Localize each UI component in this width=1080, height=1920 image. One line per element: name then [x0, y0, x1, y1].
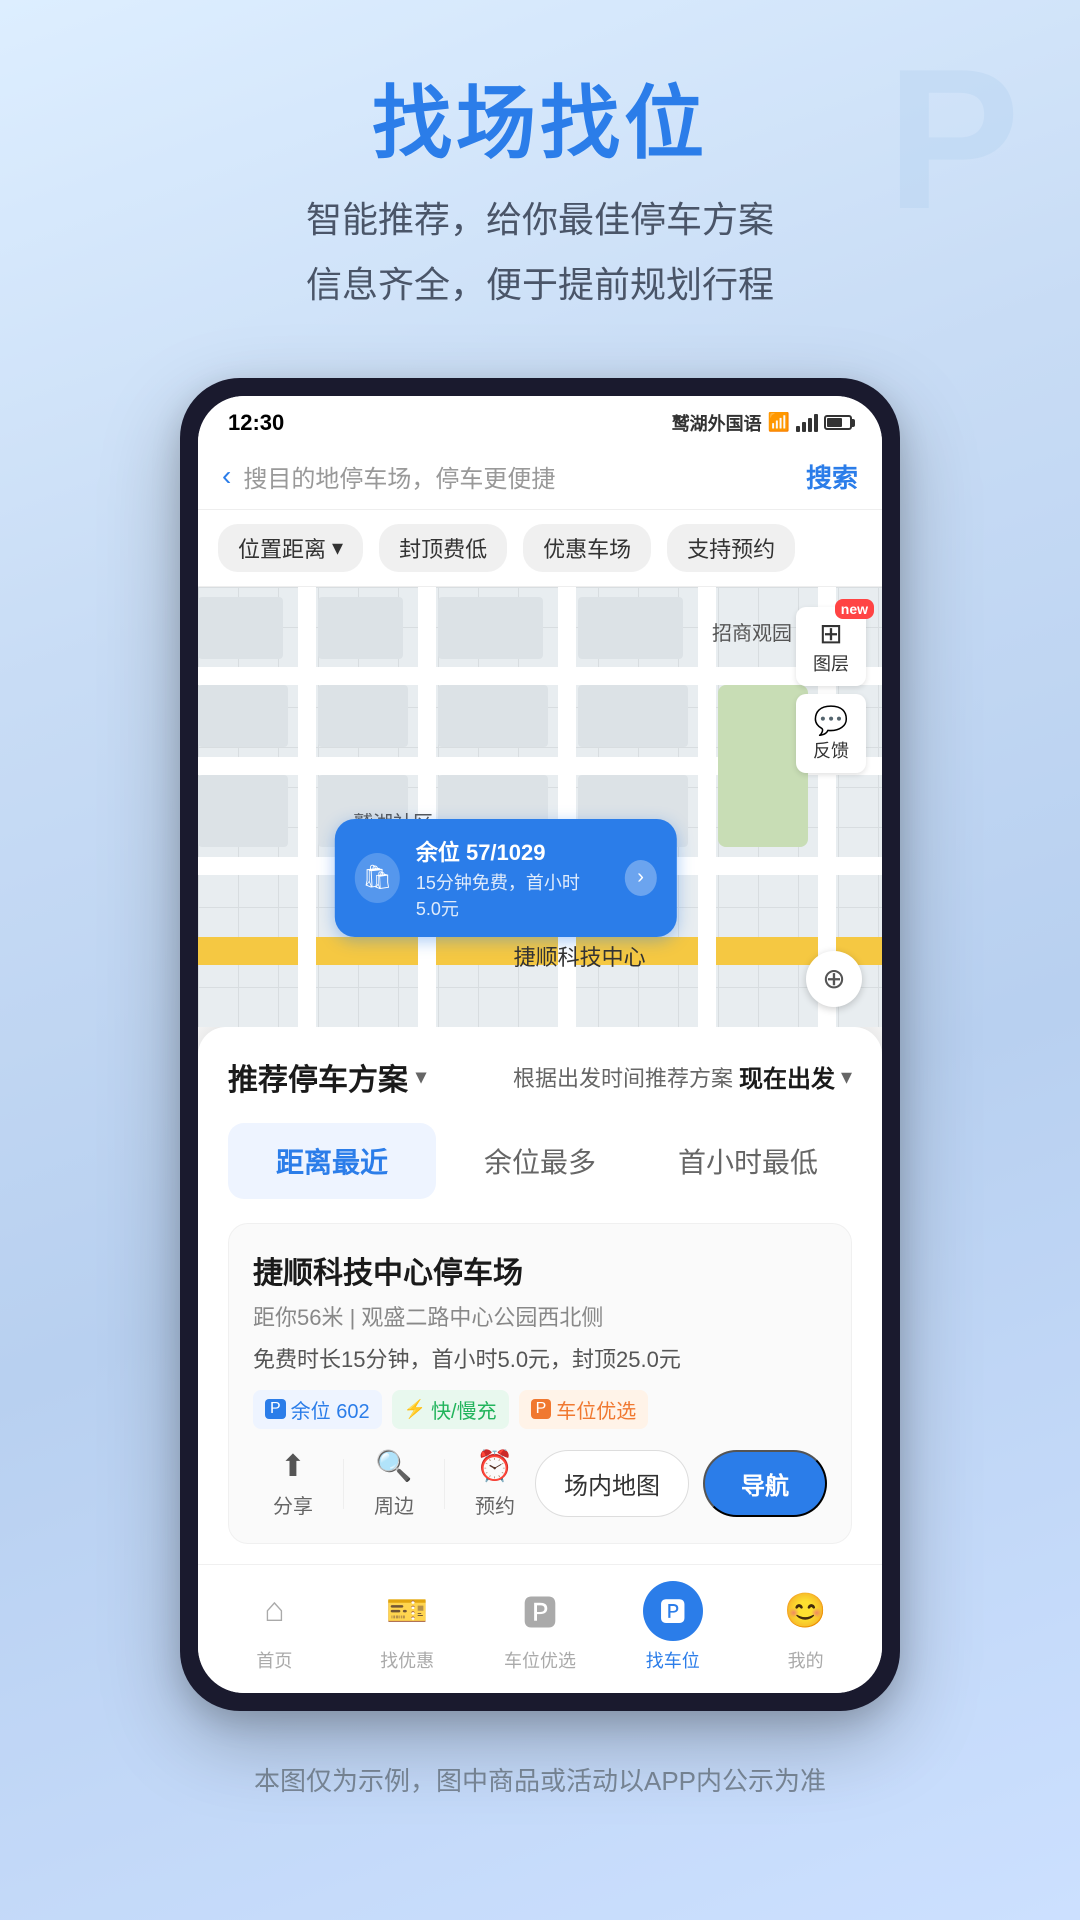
nearby-button[interactable]: 🔍 周边 — [354, 1449, 434, 1519]
rec-time-value: 现在出发 — [739, 1059, 835, 1094]
nav-label-spot: 车位优选 — [504, 1647, 576, 1673]
status-right: 鹫湖外国语 📶 — [672, 410, 852, 436]
search-button[interactable]: 搜索 — [806, 458, 858, 495]
tag-preferred: P 车位优选 — [519, 1390, 649, 1429]
map-label-tech: 捷顺科技中心 — [514, 940, 646, 972]
rec-header: 推荐停车方案 ▾ 根据出发时间推荐方案 现在出发 ▾ — [228, 1055, 852, 1099]
nav-label-find-car: 找车位 — [646, 1647, 700, 1673]
charging-icon: ⚡ — [404, 1399, 426, 1420]
chevron-down-icon: ▾ — [332, 535, 343, 561]
rec-chevron-icon[interactable]: ▾ — [416, 1064, 426, 1089]
popup-info: 余位 57/1029 15分钟免费，首小时5.0元 — [416, 835, 603, 921]
parking-p-icon: P — [265, 1399, 286, 1419]
nearby-icon: 🔍 — [375, 1449, 412, 1484]
popup-desc: 15分钟免费，首小时5.0元 — [416, 869, 603, 921]
nav-label-coupon: 找优惠 — [380, 1647, 434, 1673]
rec-title: 推荐停车方案 ▾ — [228, 1055, 426, 1099]
nav-item-find-car[interactable]: 🅿 找车位 — [606, 1581, 739, 1673]
nav-item-home[interactable]: ⌂ 首页 — [208, 1581, 341, 1673]
new-badge: new — [835, 599, 874, 619]
phone-screen: 12:30 鹫湖外国语 📶 ‹ — [198, 396, 882, 1693]
sort-tab-lowest-price[interactable]: 首小时最低 — [644, 1123, 852, 1199]
card-tags: P 余位 602 ⚡ 快/慢充 P 车位优选 — [253, 1390, 827, 1429]
parking-card: 捷顺科技中心停车场 距你56米 | 观盛二路中心公园西北侧 免费时长15分钟，首… — [228, 1223, 852, 1544]
status-time: 12:30 — [228, 410, 284, 436]
nav-label-profile: 我的 — [788, 1647, 824, 1673]
signal-icon — [796, 414, 818, 432]
action-divider-2 — [444, 1459, 445, 1509]
back-arrow-icon[interactable]: ‹ — [222, 460, 231, 492]
search-bar: ‹ 搜目的地停车场，停车更便捷 搜索 — [198, 444, 882, 510]
map-label-recruit: 招商观园 — [712, 617, 792, 646]
navigation-button[interactable]: 导航 — [703, 1450, 827, 1517]
popup-remaining: 余位 57/1029 — [416, 835, 603, 867]
watermark: P — [887, 40, 1020, 240]
nav-label-home: 首页 — [256, 1647, 292, 1673]
reserve-icon: ⏰ — [476, 1449, 513, 1484]
nav-actions: 场内地图 导航 — [535, 1450, 827, 1517]
wifi-icon: 📶 — [768, 412, 790, 433]
location-button[interactable]: ⊕ — [806, 951, 862, 1007]
footer-text: 本图仅为示例，图中商品或活动以APP内公示为准 — [0, 1731, 1080, 1848]
sort-tabs: 距离最近 余位最多 首小时最低 — [228, 1123, 852, 1199]
bottom-panel: 推荐停车方案 ▾ 根据出发时间推荐方案 现在出发 ▾ 距离最近 余位 — [198, 1027, 882, 1564]
filter-tabs: 位置距离 ▾ 封顶费低 优惠车场 支持预约 — [198, 510, 882, 587]
home-icon: ⌂ — [264, 1591, 285, 1630]
popup-arrow-icon[interactable]: › — [624, 860, 656, 896]
find-car-icon: 🅿 — [660, 1592, 686, 1629]
parking-popup[interactable]: 🛍 余位 57/1029 15分钟免费，首小时5.0元 › — [335, 819, 677, 937]
nav-item-coupon[interactable]: 🎫 找优惠 — [341, 1581, 474, 1673]
share-button[interactable]: ⬆ 分享 — [253, 1449, 333, 1519]
bottom-nav: ⌂ 首页 🎫 找优惠 🅿 车位优选 — [198, 1564, 882, 1693]
filter-tab-discount[interactable]: 优惠车场 — [523, 524, 651, 572]
profile-icon-wrapper: 😊 — [776, 1581, 836, 1641]
preferred-p-icon: P — [531, 1399, 552, 1419]
card-actions: ⬆ 分享 🔍 周边 ⏰ 预约 — [253, 1449, 827, 1519]
layers-label: 图层 — [813, 654, 849, 674]
indoor-map-button[interactable]: 场内地图 — [535, 1450, 689, 1517]
card-price: 免费时长15分钟，首小时5.0元，封顶25.0元 — [253, 1342, 827, 1374]
feedback-label: 反馈 — [813, 741, 849, 761]
filter-tab-price[interactable]: 封顶费低 — [379, 524, 507, 572]
card-name: 捷顺科技中心停车场 — [253, 1248, 827, 1292]
status-bar: 12:30 鹫湖外国语 📶 — [198, 396, 882, 444]
map-tool-feedback[interactable]: 💬 反馈 — [796, 694, 866, 773]
header-section: P 找场找位 智能推荐，给你最佳停车方案 信息齐全，便于提前规划行程 — [0, 0, 1080, 358]
tag-charging: ⚡ 快/慢充 — [392, 1390, 509, 1429]
coupon-icon-wrapper: 🎫 — [377, 1581, 437, 1641]
map-tools: new ⊞ 图层 💬 反馈 — [796, 607, 866, 773]
sort-tab-nearest[interactable]: 距离最近 — [228, 1123, 436, 1199]
map-area[interactable]: 鹫湖社区 招商观园 new ⊞ 图层 💬 反馈 🛍 — [198, 587, 882, 1027]
share-icon: ⬆ — [280, 1449, 305, 1484]
phone-mockup-wrapper: 12:30 鹫湖外国语 📶 ‹ — [0, 378, 1080, 1711]
popup-parking-icon: 🛍 — [355, 853, 400, 903]
phone-frame: 12:30 鹫湖外国语 📶 ‹ — [180, 378, 900, 1711]
sort-tab-most-spaces[interactable]: 余位最多 — [436, 1123, 644, 1199]
card-address: 距你56米 | 观盛二路中心公园西北侧 — [253, 1300, 827, 1332]
coupon-icon: 🎫 — [386, 1591, 428, 1631]
reserve-button[interactable]: ⏰ 预约 — [455, 1449, 535, 1519]
search-placeholder[interactable]: 搜目的地停车场，停车更便捷 — [243, 459, 794, 494]
nav-item-spot[interactable]: 🅿 车位优选 — [474, 1581, 607, 1673]
nav-item-profile[interactable]: 😊 我的 — [739, 1581, 872, 1673]
find-car-icon-wrapper: 🅿 — [643, 1581, 703, 1641]
filter-tab-distance[interactable]: 位置距离 ▾ — [218, 524, 363, 572]
tag-remaining: P 余位 602 — [253, 1390, 382, 1429]
status-location: 鹫湖外国语 — [672, 410, 762, 436]
profile-icon: 😊 — [784, 1591, 826, 1631]
action-divider-1 — [343, 1459, 344, 1509]
spot-icon: 🅿 — [523, 1586, 557, 1635]
home-icon-wrapper: ⌂ — [244, 1581, 304, 1641]
rec-time-chevron-icon[interactable]: ▾ — [841, 1064, 852, 1090]
spot-icon-wrapper: 🅿 — [510, 1581, 570, 1641]
filter-tab-reserve[interactable]: 支持预约 — [667, 524, 795, 572]
layers-icon: ⊞ — [802, 617, 860, 650]
map-tool-layers[interactable]: new ⊞ 图层 — [796, 607, 866, 686]
rec-time: 根据出发时间推荐方案 现在出发 ▾ — [513, 1059, 852, 1094]
feedback-icon: 💬 — [802, 704, 860, 737]
battery-icon — [824, 415, 852, 430]
